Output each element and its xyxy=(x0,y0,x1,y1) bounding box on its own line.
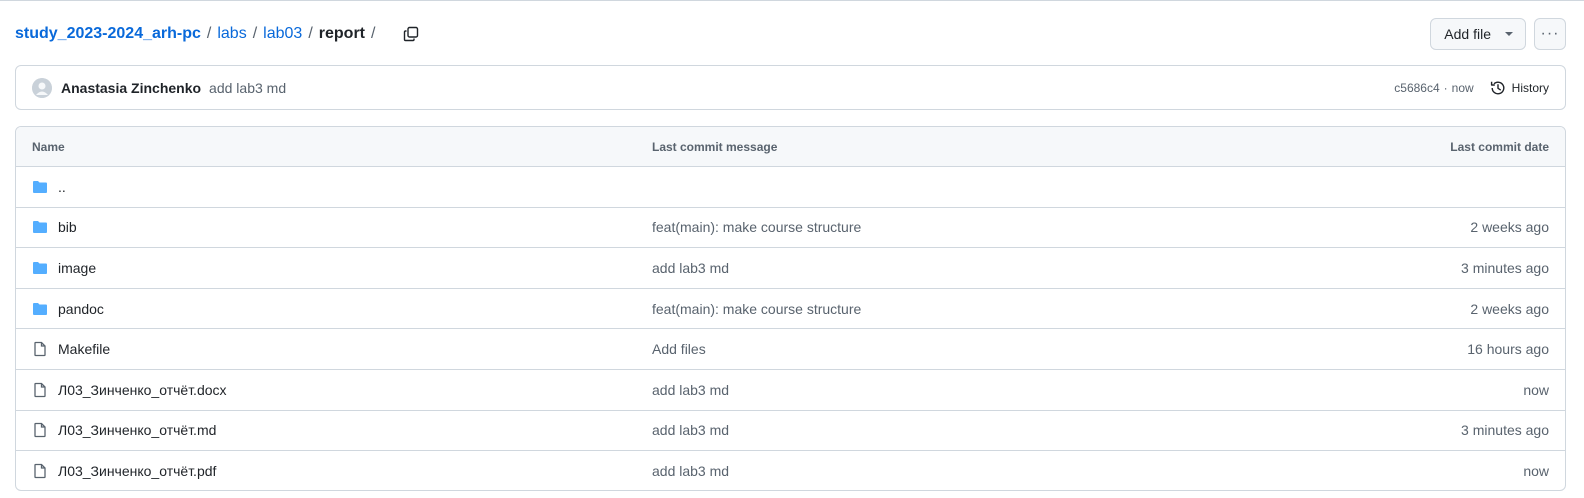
table-row[interactable]: image add lab3 md 3 minutes ago xyxy=(16,248,1565,289)
folder-icon xyxy=(32,179,48,195)
table-row[interactable]: pandoc feat(main): make course structure 2… xyxy=(16,289,1565,330)
copy-path-button[interactable] xyxy=(399,22,423,46)
file-name-cell: image xyxy=(32,260,652,276)
file-name-link[interactable]: .. xyxy=(58,179,66,195)
file-name-link[interactable]: Makefile xyxy=(58,341,110,357)
latest-commit-bar: Anastasia Zinchenko add lab3 md c5686c4 … xyxy=(15,65,1566,110)
table-row[interactable]: Л03_Зинченко_отчёт.md add lab3 md 3 minute… xyxy=(16,411,1565,452)
file-name-link[interactable]: Л03_Зинченко_отчёт.md xyxy=(58,422,216,438)
folder-icon xyxy=(32,301,48,317)
page-header: study_2023-2024_arh-pc / labs / lab03 / … xyxy=(15,17,1566,51)
file-table: Name Last commit message Last commit dat… xyxy=(15,126,1566,491)
commit-message-cell: add lab3 md xyxy=(652,382,1329,398)
commit-date-cell: 3 minutes ago xyxy=(1461,259,1549,276)
commit-message-link[interactable]: add lab3 md xyxy=(209,80,286,96)
table-row[interactable]: bib feat(main): make course structure 2 we… xyxy=(16,208,1565,249)
add-file-label: Add file xyxy=(1444,26,1491,42)
file-icon xyxy=(32,463,48,479)
more-options-button[interactable]: ··· xyxy=(1534,18,1566,50)
meta-separator: · xyxy=(1443,80,1448,95)
top-divider xyxy=(0,0,1584,1)
column-header-date: Last commit date xyxy=(1450,139,1549,154)
file-icon xyxy=(32,382,48,398)
breadcrumb-repo-link[interactable]: study_2023-2024_arh-pc xyxy=(15,25,201,43)
file-icon xyxy=(32,422,48,438)
commit-message-link[interactable]: add lab3 md xyxy=(652,260,729,276)
column-header-name: Name xyxy=(32,139,65,154)
commit-message-cell: add lab3 md xyxy=(652,422,1329,438)
history-label: History xyxy=(1511,80,1549,95)
file-name-cell: pandoc xyxy=(32,301,652,317)
table-header: Name Last commit message Last commit dat… xyxy=(16,127,1565,167)
commit-author-link[interactable]: Anastasia Zinchenko xyxy=(61,80,201,96)
commit-date-cell: now xyxy=(1523,381,1549,398)
breadcrumb-labs-link[interactable]: labs xyxy=(217,25,246,43)
commit-message-link[interactable]: feat(main): make course structure xyxy=(652,219,861,235)
column-header-message: Last commit message xyxy=(652,139,778,154)
history-icon xyxy=(1490,81,1505,94)
commit-message-cell: add lab3 md xyxy=(652,260,1329,276)
table-row[interactable]: Л03_Зинченко_отчёт.docx add lab3 md now xyxy=(16,370,1565,411)
commit-message-link[interactable]: Add files xyxy=(652,341,706,357)
add-file-button[interactable]: Add file xyxy=(1430,18,1526,50)
commit-date-cell: 3 minutes ago xyxy=(1461,422,1549,439)
commit-message-link[interactable]: add lab3 md xyxy=(652,422,729,438)
breadcrumb-separator: / xyxy=(206,25,212,42)
commit-meta: c5686c4 · now History xyxy=(1394,80,1549,96)
file-name-cell: Л03_Зинченко_отчёт.md xyxy=(32,422,652,438)
commit-message-link[interactable]: add lab3 md xyxy=(652,382,729,398)
file-name-link[interactable]: bib xyxy=(58,219,77,235)
table-row[interactable]: .. xyxy=(16,167,1565,208)
folder-icon xyxy=(32,260,48,276)
table-body: .. bib feat(main): make course structure 2 … xyxy=(16,167,1565,490)
commit-message-link[interactable]: feat(main): make course structure xyxy=(652,301,861,317)
breadcrumb-separator: / xyxy=(371,25,376,42)
commit-message-cell: feat(main): make course structure xyxy=(652,219,1329,235)
header-actions: Add file ··· xyxy=(1430,18,1566,50)
breadcrumb-separator: / xyxy=(308,25,313,42)
commit-time: now xyxy=(1451,80,1474,95)
commit-date-cell: 16 hours ago xyxy=(1467,341,1549,358)
breadcrumb-lab03-link[interactable]: lab03 xyxy=(263,25,302,43)
file-name-cell: Л03_Зинченко_отчёт.docx xyxy=(32,382,652,398)
table-row[interactable]: Makefile Add files 16 hours ago xyxy=(16,329,1565,370)
commit-message-link[interactable]: add lab3 md xyxy=(652,463,729,479)
history-button[interactable]: History xyxy=(1490,80,1549,96)
copy-icon xyxy=(404,26,419,42)
commit-message-cell: feat(main): make course structure xyxy=(652,301,1329,317)
user-avatar-icon xyxy=(32,77,52,98)
commit-date-cell: now xyxy=(1523,463,1549,480)
file-name-cell: .. xyxy=(32,179,652,195)
breadcrumb-current: report xyxy=(318,25,365,42)
breadcrumb: study_2023-2024_arh-pc / labs / lab03 / … xyxy=(15,25,381,43)
file-name-link[interactable]: Л03_Зинченко_отчёт.docx xyxy=(58,382,227,398)
commit-date-cell: 2 weeks ago xyxy=(1470,300,1549,317)
folder-icon xyxy=(32,219,48,235)
commit-sha-link[interactable]: c5686c4 xyxy=(1394,81,1439,95)
file-name-cell: bib xyxy=(32,219,652,235)
file-name-link[interactable]: image xyxy=(58,260,96,276)
avatar[interactable] xyxy=(32,77,52,98)
file-name-cell: Makefile xyxy=(32,341,652,357)
file-name-cell: Л03_Зинченко_отчёт.pdf xyxy=(32,463,652,479)
file-icon xyxy=(32,341,48,357)
file-name-link[interactable]: Л03_Зинченко_отчёт.pdf xyxy=(58,463,216,479)
file-name-link[interactable]: pandoc xyxy=(58,301,104,317)
commit-message-cell: add lab3 md xyxy=(652,463,1329,479)
commit-date-cell: 2 weeks ago xyxy=(1470,219,1549,236)
chevron-down-icon xyxy=(1505,32,1513,36)
breadcrumb-separator: / xyxy=(252,25,258,42)
table-row[interactable]: Л03_Зинченко_отчёт.pdf add lab3 md now xyxy=(16,451,1565,490)
commit-message-cell: Add files xyxy=(652,341,1329,357)
